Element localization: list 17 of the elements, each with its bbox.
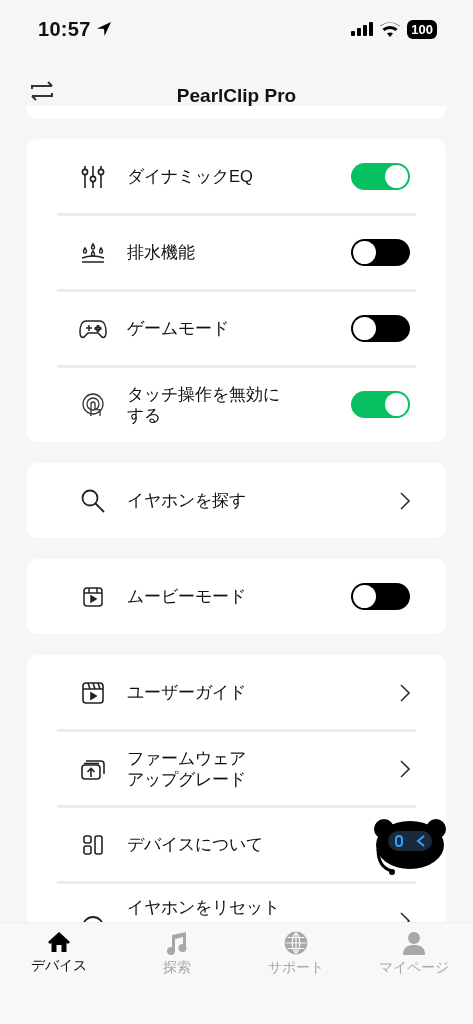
- setting-label: タッチ操作を無効にする: [127, 383, 281, 426]
- setting-label: イヤホンをリセット: [127, 897, 280, 918]
- tab[interactable]: マイページ: [354, 931, 473, 977]
- device-title: PearlClip Pro: [176, 84, 297, 108]
- setting-label: ファームウェアアップグレード: [127, 747, 247, 790]
- setting-label: ユーザーガイド: [127, 682, 247, 703]
- time: 10:57: [38, 17, 91, 41]
- tab[interactable]: デバイス: [0, 931, 119, 975]
- tab[interactable]: サポート: [236, 931, 355, 977]
- setting-label: 排水機能: [127, 242, 196, 263]
- tab[interactable]: 探索: [118, 931, 237, 977]
- setting-label: イヤホンを探す: [127, 490, 247, 511]
- setting-label: ダイナミックEQ: [127, 166, 254, 187]
- setting-label: ムービーモード: [127, 586, 247, 607]
- setting-label: ゲームモード: [127, 318, 230, 339]
- setting-label: デバイスについて: [127, 834, 264, 855]
- battery-level: 100: [407, 19, 437, 39]
